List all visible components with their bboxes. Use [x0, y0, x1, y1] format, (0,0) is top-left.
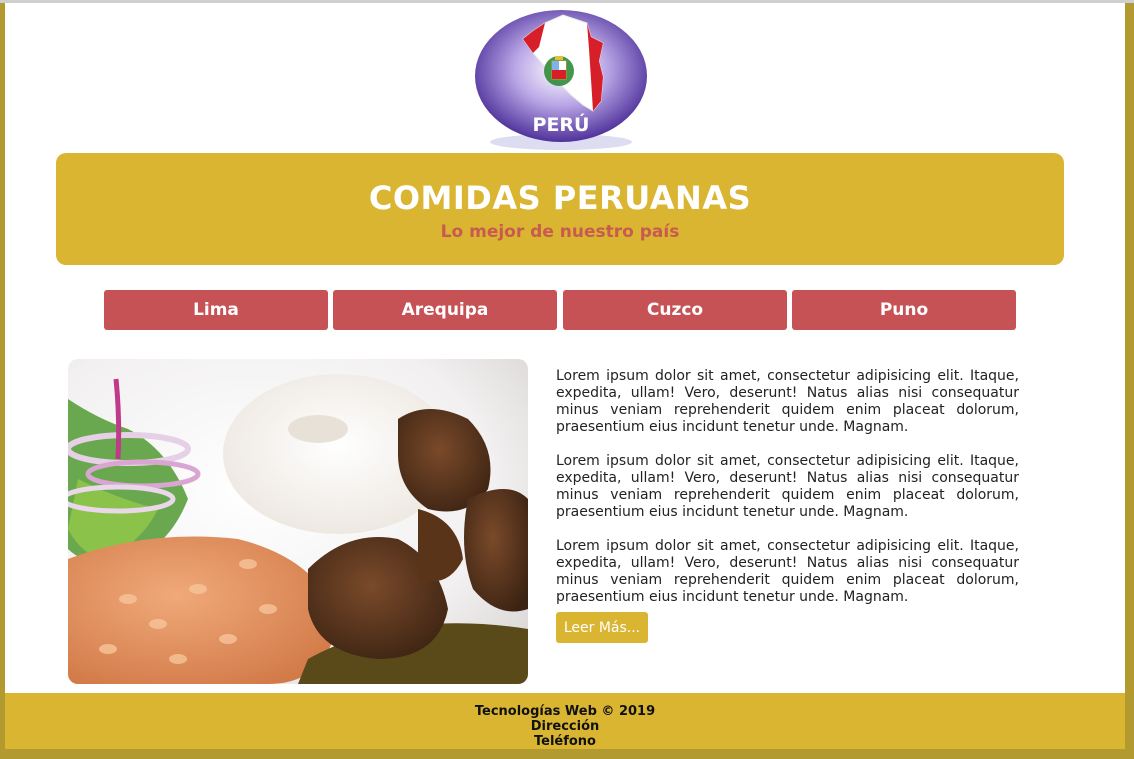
nav-item-lima[interactable]: Lima	[104, 290, 328, 330]
peru-map-icon: PERÚ	[475, 10, 647, 142]
nav-item-arequipa[interactable]: Arequipa	[333, 290, 557, 330]
header-banner: COMIDAS PERUANAS Lo mejor de nuestro paí…	[56, 153, 1064, 265]
paragraph: Lorem ipsum dolor sit amet, consectetur …	[556, 368, 1019, 435]
read-more-button[interactable]: Leer Más...	[556, 612, 648, 643]
logo-text: PERÚ	[533, 112, 590, 136]
content-text: Lorem ipsum dolor sit amet, consectetur …	[556, 368, 1019, 623]
food-image	[68, 359, 528, 684]
page-title: COMIDAS PERUANAS	[368, 179, 752, 217]
peru-logo: PERÚ	[475, 9, 647, 143]
footer-copyright: Tecnologías Web © 2019	[474, 704, 656, 719]
nav-item-cuzco[interactable]: Cuzco	[563, 290, 787, 330]
footer-address: Dirección	[530, 719, 600, 734]
page-subtitle: Lo mejor de nuestro país	[440, 222, 680, 242]
paragraph: Lorem ipsum dolor sit amet, consectetur …	[556, 453, 1019, 520]
paragraph: Lorem ipsum dolor sit amet, consectetur …	[556, 538, 1019, 605]
footer: Tecnologías Web © 2019 Dirección Teléfon…	[5, 693, 1125, 749]
nav-item-puno[interactable]: Puno	[792, 290, 1016, 330]
footer-phone: Teléfono	[533, 734, 596, 749]
